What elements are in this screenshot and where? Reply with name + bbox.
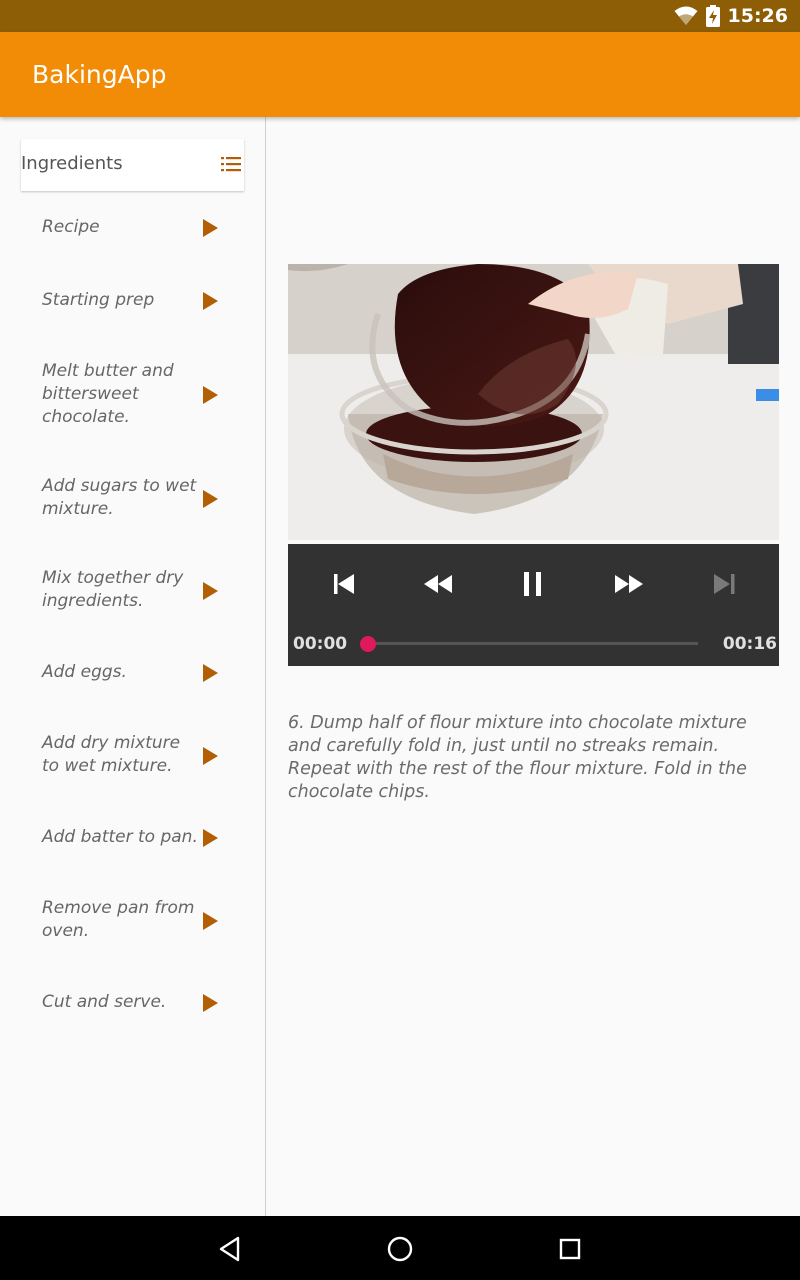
step-detail-pane: 00:00 00:16 6. Dump half of flour mixtur… — [267, 117, 800, 1216]
step-label: Melt butter and bittersweet chocolate. — [42, 361, 174, 427]
playback-duration: 00:16 — [722, 634, 777, 654]
playback-position: 00:00 — [293, 634, 348, 654]
video-frame-image — [288, 264, 779, 540]
status-time: 15:26 — [727, 5, 788, 27]
navigation-bar — [0, 1216, 800, 1280]
rewind-icon[interactable] — [422, 570, 454, 598]
step-item[interactable]: Add eggs. — [42, 658, 232, 688]
step-label: Add batter to pan. — [42, 827, 198, 847]
app-bar: BakingApp — [0, 32, 800, 117]
status-bar: 15:26 — [0, 0, 800, 32]
step-label: Add sugars to wet mixture. — [42, 476, 197, 519]
play-arrow-icon — [203, 994, 218, 1012]
step-description: 6. Dump half of flour mixture into choco… — [288, 713, 747, 802]
list-icon — [221, 157, 241, 172]
step-item[interactable]: Add sugars to wet mixture. — [42, 474, 232, 524]
battery-charging-icon — [705, 5, 720, 27]
fast-forward-icon[interactable] — [613, 570, 645, 598]
steps-sidebar: Ingredients Recipe Starting prep Melt bu… — [0, 117, 266, 1216]
seek-thumb[interactable] — [360, 636, 376, 652]
status-icons: 15:26 — [674, 0, 788, 32]
player-controls: 00:00 00:16 — [288, 544, 779, 666]
play-arrow-icon — [203, 219, 218, 237]
step-item[interactable]: Add batter to pan. — [42, 823, 232, 853]
back-icon[interactable] — [215, 1234, 245, 1264]
skip-next-icon[interactable] — [708, 570, 740, 598]
play-arrow-icon — [203, 386, 218, 404]
step-label: Add eggs. — [42, 662, 127, 682]
ingredients-label: Ingredients — [21, 153, 123, 174]
play-arrow-icon — [203, 582, 218, 600]
step-item[interactable]: Cut and serve. — [42, 988, 232, 1018]
step-item[interactable]: Add dry mixture to wet mixture. — [42, 731, 232, 781]
recents-icon[interactable] — [555, 1234, 585, 1264]
step-item[interactable]: Remove pan from oven. — [42, 896, 232, 946]
play-arrow-icon — [203, 829, 218, 847]
play-arrow-icon — [203, 664, 218, 682]
step-item[interactable]: Recipe — [42, 213, 232, 243]
step-label: Remove pan from oven. — [42, 898, 195, 941]
step-label: Mix together dry ingredients. — [42, 568, 184, 611]
pause-icon[interactable] — [517, 570, 549, 598]
play-arrow-icon — [203, 912, 218, 930]
step-label: Cut and serve. — [42, 992, 167, 1012]
video-surface[interactable] — [288, 264, 779, 540]
step-item[interactable]: Starting prep — [42, 286, 232, 316]
app-title: BakingApp — [32, 60, 167, 89]
seek-bar[interactable] — [368, 642, 698, 645]
play-arrow-icon — [203, 747, 218, 765]
ingredients-card[interactable]: Ingredients — [21, 139, 244, 191]
play-arrow-icon — [203, 292, 218, 310]
home-icon[interactable] — [385, 1234, 415, 1264]
play-arrow-icon — [203, 490, 218, 508]
step-item[interactable]: Mix together dry ingredients. — [42, 566, 232, 616]
step-label: Starting prep — [42, 290, 155, 310]
wifi-icon — [674, 6, 698, 25]
step-item[interactable]: Melt butter and bittersweet chocolate. — [42, 358, 232, 432]
step-label: Add dry mixture to wet mixture. — [42, 733, 181, 776]
step-label: Recipe — [42, 217, 100, 237]
skip-previous-icon[interactable] — [328, 570, 360, 598]
